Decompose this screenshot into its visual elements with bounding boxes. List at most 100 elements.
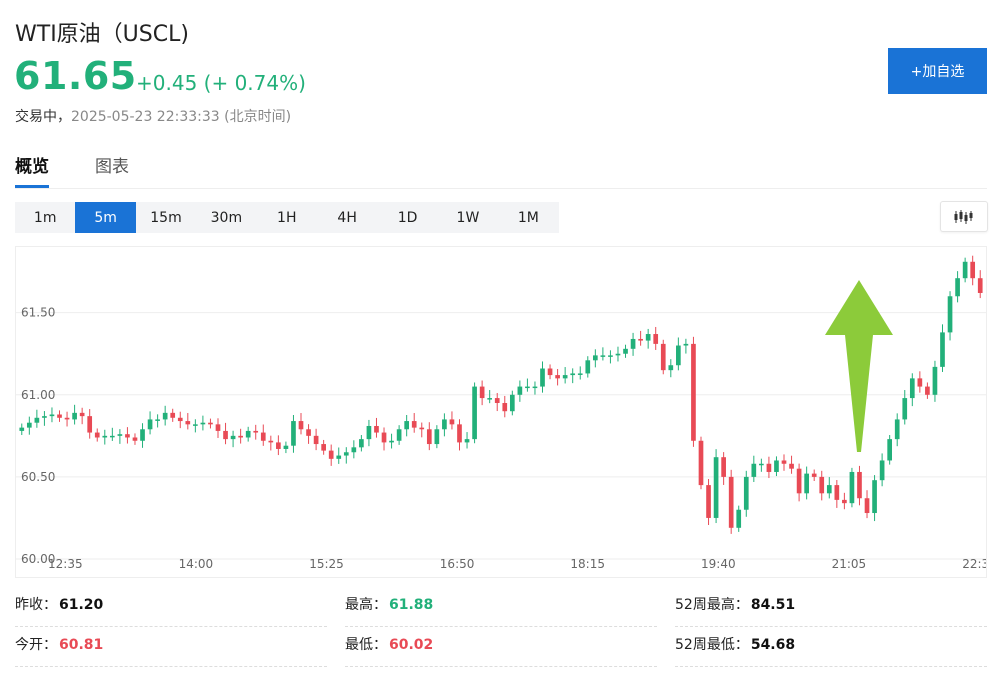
candle-body <box>87 416 93 433</box>
stat-value: 54.68 <box>750 637 796 653</box>
instrument-title: WTI原油（USCL) <box>15 22 189 47</box>
candle-body <box>185 421 191 425</box>
candle-body <box>125 434 130 438</box>
tab-overview[interactable]: 概览 <box>15 152 49 188</box>
candle-body <box>857 471 862 499</box>
candle-body <box>359 439 364 448</box>
stat-value: 84.51 <box>750 597 796 613</box>
stat-52w-high: 52周最高： 84.51 <box>675 590 987 627</box>
candle-body <box>502 403 508 412</box>
interval-15m[interactable]: 15m <box>136 202 196 233</box>
candle-body <box>442 419 447 430</box>
stat-high: 最高： 61.88 <box>345 590 657 627</box>
candle-body <box>253 430 259 433</box>
candle-body <box>42 416 47 418</box>
x-tick-label: 22:3 <box>962 557 987 571</box>
candle-body <box>872 480 877 514</box>
interval-1h[interactable]: 1H <box>257 202 317 233</box>
x-tick-label: 19:40 <box>701 557 736 571</box>
chart-type-button[interactable] <box>940 201 988 232</box>
candle-body <box>759 463 764 466</box>
candle-body <box>600 355 606 357</box>
interval-1w[interactable]: 1W <box>438 202 498 233</box>
candle-body <box>932 366 938 395</box>
candle-body <box>615 353 621 356</box>
candle-body <box>577 373 583 375</box>
tab-chart[interactable]: 图表 <box>95 152 129 177</box>
candle-body <box>721 457 726 477</box>
candle-body <box>147 419 153 430</box>
candle-body <box>72 412 77 420</box>
x-tick-label: 12:35 <box>48 557 83 571</box>
candle-body <box>208 422 213 425</box>
price-chart[interactable]: 61.50 61.00 60.50 60.00 12:35 14:00 15:25 16:50… <box>15 246 987 578</box>
interval-30m[interactable]: 30m <box>196 202 256 233</box>
candle-body <box>864 498 870 514</box>
candle-body <box>132 437 138 441</box>
candle-body <box>351 447 357 453</box>
candle-body <box>902 398 908 420</box>
candle-body <box>623 348 628 354</box>
candle-body <box>781 460 787 464</box>
candle-body <box>660 343 666 371</box>
candle-body <box>245 430 251 438</box>
candle-body <box>79 412 85 417</box>
candle-body <box>57 414 62 418</box>
candle-body <box>472 386 477 440</box>
candle-body <box>638 338 643 341</box>
candle-body <box>970 261 976 279</box>
candle-body <box>200 422 206 425</box>
candle-body <box>102 435 108 438</box>
y-tick-label: 61.00 <box>21 388 55 402</box>
candle-body <box>306 429 311 436</box>
interval-5m[interactable]: 5m <box>75 202 136 233</box>
interval-4h[interactable]: 4H <box>317 202 377 233</box>
candle-body <box>630 338 636 349</box>
candle-body <box>728 476 734 528</box>
candle-body <box>419 427 425 430</box>
candle-body <box>260 432 266 441</box>
interval-1d[interactable]: 1D <box>377 202 437 233</box>
interval-1mo[interactable]: 1M <box>498 202 558 233</box>
candle-body <box>494 398 500 403</box>
candle-body <box>592 355 598 361</box>
candle-body <box>479 386 485 399</box>
candle-body <box>947 296 953 333</box>
x-tick-label: 14:00 <box>179 557 214 571</box>
candle-body <box>849 471 855 504</box>
candle-body <box>570 373 576 376</box>
candle-body <box>676 345 681 366</box>
stat-prev-close: 昨收： 61.20 <box>15 590 327 627</box>
candle-body <box>170 412 176 418</box>
y-tick-label: 61.50 <box>21 306 55 320</box>
candle-body <box>230 435 236 440</box>
candle-body <box>819 476 825 494</box>
timestamp: 2025-05-23 22:33:33 (北京时间) <box>71 109 292 125</box>
stat-open: 今开： 60.81 <box>15 630 327 667</box>
candle-body <box>276 442 281 449</box>
candle-body <box>509 394 515 412</box>
candle-body <box>238 435 243 438</box>
x-tick-label: 18:15 <box>570 557 605 571</box>
candle-body <box>562 375 568 379</box>
candle-body <box>532 386 538 389</box>
candle-body <box>826 485 832 494</box>
candlestick-chart: 61.5061.0060.5060.0012:35 14:00 15:25 16:50… <box>16 255 987 571</box>
interval-1m[interactable]: 1m <box>15 202 75 233</box>
stat-label: 最高： <box>345 597 387 613</box>
stat-label: 52周最低： <box>675 637 749 653</box>
candle-body <box>109 435 115 438</box>
candle-body <box>645 334 651 341</box>
candle-body <box>698 440 704 486</box>
candle-body <box>713 457 719 518</box>
candle-body <box>917 378 923 387</box>
stat-label: 昨收： <box>15 597 57 613</box>
candle-body <box>525 386 530 389</box>
candle-body <box>464 439 470 443</box>
candle-body <box>94 432 100 438</box>
candle-body <box>328 450 334 459</box>
candle-body <box>26 422 32 428</box>
add-to-watchlist-button[interactable]: +加自选 <box>888 48 987 94</box>
candle-body <box>683 343 689 346</box>
candle-body <box>283 445 289 449</box>
